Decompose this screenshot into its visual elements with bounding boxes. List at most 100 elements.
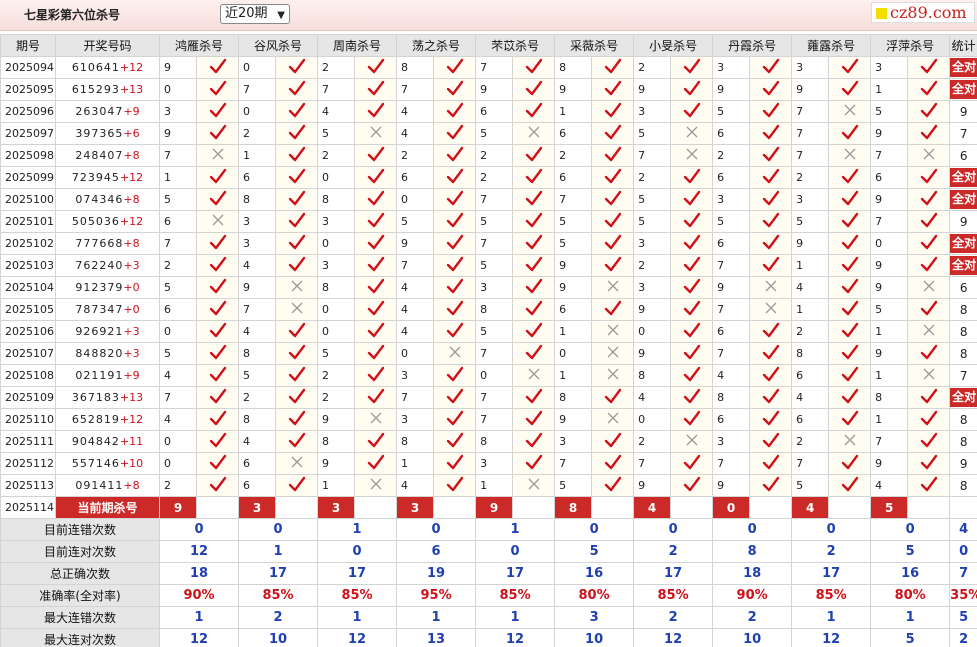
table-header: 期号 开奖号码 鸿雁杀号 谷风杀号 周南杀号 荡之杀号 芣苡杀号 采薇杀号 小旻杀号 丹霞杀号 蕹露…	[0, 34, 977, 57]
check-icon	[446, 432, 464, 448]
col-header-expert[interactable]: 采薇杀号	[554, 34, 635, 57]
kill-number: 5	[712, 210, 751, 233]
col-header-expert[interactable]: 谷风杀号	[238, 34, 319, 57]
draw-digits: 848820	[75, 347, 124, 360]
draw-sum: +8	[123, 479, 140, 492]
kill-number: 8	[317, 430, 356, 453]
summary-label: 最大连对次数	[0, 628, 160, 647]
table-row: 2025104 912379+0 5 9 8 4 3 9 3 9 4 9 6	[0, 276, 977, 299]
all-correct-badge: 全对	[950, 80, 977, 99]
kill-number: 6	[712, 166, 751, 189]
col-header-expert[interactable]: 小旻杀号	[633, 34, 714, 57]
kill-number: 4	[712, 364, 751, 387]
draw-sum: +13	[119, 391, 144, 404]
kill-number: 3	[633, 232, 672, 255]
result-mark	[512, 210, 556, 233]
result-mark	[354, 210, 398, 233]
result-mark	[433, 210, 477, 233]
check-icon	[604, 234, 622, 250]
period-cell: 2025106	[0, 320, 56, 343]
check-icon	[604, 80, 622, 96]
check-icon	[367, 322, 385, 338]
check-icon	[209, 300, 227, 316]
result-mark	[195, 386, 240, 409]
summary-value: 95%	[396, 584, 477, 607]
col-header-expert[interactable]: 周南杀号	[317, 34, 398, 57]
current-kill-number: 8	[554, 496, 593, 519]
result-mark	[275, 100, 319, 123]
table-row: 2025105 787347+0 6 7 0 4 8 6 9 7 1 5 8	[0, 298, 977, 321]
kill-number: 9	[396, 232, 435, 255]
kill-number: 2	[791, 166, 830, 189]
check-icon	[288, 212, 306, 228]
result-mark	[591, 144, 635, 167]
result-mark	[907, 364, 951, 387]
kill-number: 0	[633, 408, 672, 431]
result-mark	[749, 342, 793, 365]
col-header-expert[interactable]: 丹霞杀号	[712, 34, 793, 57]
site-logo[interactable]: cz89.com	[871, 2, 975, 23]
check-icon	[604, 146, 622, 162]
summary-value: 17	[317, 562, 398, 585]
draw-cell: 505036+12	[55, 210, 160, 233]
result-mark	[828, 342, 872, 365]
kill-number: 5	[554, 474, 593, 497]
check-icon	[525, 168, 543, 184]
kill-number: 2	[475, 166, 514, 189]
result-mark	[591, 474, 635, 497]
kill-number: 4	[317, 100, 356, 123]
check-icon	[683, 190, 701, 206]
draw-sum: +0	[123, 281, 140, 294]
kill-number: 9	[870, 342, 909, 365]
result-mark	[275, 298, 319, 321]
col-header-expert[interactable]: 蕹露杀号	[791, 34, 872, 57]
summary-value: 1	[238, 540, 319, 563]
check-icon	[604, 476, 622, 492]
kill-number: 5	[475, 122, 514, 145]
result-mark	[907, 298, 951, 321]
result-mark	[275, 474, 319, 497]
check-icon	[209, 58, 227, 74]
draw-cell: 723945+12	[55, 166, 160, 189]
summary-value: 12	[475, 628, 556, 647]
result-mark	[354, 364, 398, 387]
result-mark	[512, 474, 556, 497]
col-header-expert[interactable]: 芣苡杀号	[475, 34, 556, 57]
current-kill-number: 0	[712, 496, 751, 519]
col-header-expert[interactable]: 荡之杀号	[396, 34, 477, 57]
check-icon	[841, 234, 859, 250]
summary-value: 80%	[870, 584, 951, 607]
stat-cell: 全对	[949, 78, 977, 101]
draw-sum: +8	[123, 149, 140, 162]
stat-cell: 全对	[949, 56, 977, 79]
result-mark	[828, 78, 872, 101]
kill-number: 2	[712, 144, 751, 167]
result-mark	[591, 188, 635, 211]
summary-value: 0	[870, 518, 951, 541]
check-icon	[920, 124, 938, 140]
check-icon	[367, 300, 385, 316]
col-header-expert[interactable]: 浮萍杀号	[870, 34, 951, 57]
result-mark	[433, 56, 477, 79]
check-icon	[288, 58, 306, 74]
result-mark	[354, 430, 398, 453]
check-icon	[762, 234, 780, 250]
cross-icon	[211, 147, 225, 161]
col-header-expert[interactable]: 鸿雁杀号	[158, 34, 240, 57]
kill-number: 5	[633, 122, 672, 145]
draw-digits: 723945	[71, 171, 120, 184]
result-mark	[512, 188, 556, 211]
result-mark	[433, 276, 477, 299]
result-mark	[275, 56, 319, 79]
check-icon	[367, 344, 385, 360]
kill-number: 9	[475, 78, 514, 101]
result-mark	[907, 474, 951, 497]
kill-number: 8	[870, 386, 909, 409]
kill-number: 4	[238, 430, 277, 453]
kill-number: 3	[317, 254, 356, 277]
kill-number: 2	[159, 254, 197, 277]
check-icon	[841, 212, 859, 228]
period-select[interactable]: 近20期 ▼	[220, 4, 290, 24]
check-icon	[762, 388, 780, 404]
app-window: 七星彩第六位杀号 近20期 ▼ cz89.com 期号 开奖号码 鸿雁杀号 谷风杀号周…	[0, 0, 977, 647]
